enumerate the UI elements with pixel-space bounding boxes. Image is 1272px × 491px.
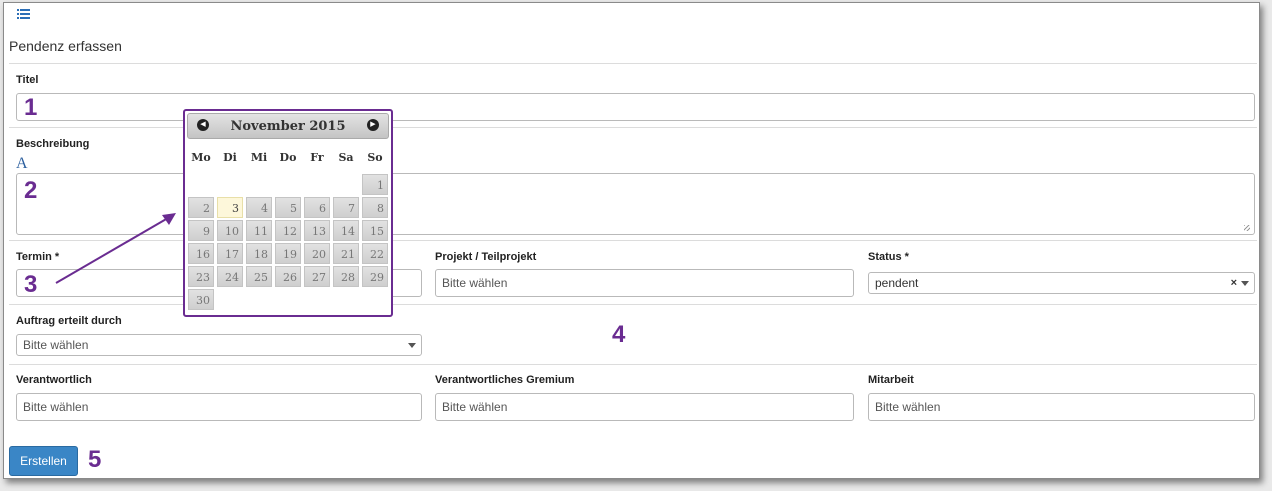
beschreibung-label: Beschreibung (16, 138, 90, 150)
calendar-day[interactable]: 28 (333, 266, 359, 287)
titel-label: Titel (16, 74, 39, 86)
status-label: Status * (868, 251, 909, 263)
annotation-3: 3 (24, 271, 38, 298)
calendar-day[interactable]: 21 (333, 243, 359, 264)
calendar-day[interactable]: 17 (217, 243, 243, 264)
projekt-label: Projekt / Teilprojekt (435, 251, 537, 263)
datepicker-month: November 2015 (230, 119, 346, 134)
font-icon[interactable]: A (16, 155, 28, 173)
weekday-label: Mi (250, 151, 268, 164)
calendar-day[interactable]: 8 (362, 197, 388, 218)
resize-handle-icon[interactable] (1244, 225, 1250, 231)
calendar-day[interactable]: 6 (304, 197, 330, 218)
calendar-day[interactable]: 25 (246, 266, 272, 287)
page-title: Pendenz erfassen (9, 38, 122, 54)
gremium-input[interactable]: Bitte wählen (435, 393, 854, 421)
calendar-day[interactable]: 22 (362, 243, 388, 264)
erstellen-button[interactable]: Erstellen (9, 446, 78, 476)
divider (9, 63, 1257, 64)
calendar-day[interactable]: 2 (188, 197, 214, 218)
calendar-day[interactable]: 24 (217, 266, 243, 287)
calendar-day[interactable]: 4 (246, 197, 272, 218)
projekt-placeholder: Bitte wählen (442, 276, 508, 290)
annotation-2: 2 (24, 177, 38, 204)
caret-down-icon[interactable] (1241, 281, 1249, 286)
weekday-label: Mo (191, 151, 211, 164)
mitarbeit-placeholder: Bitte wählen (875, 400, 941, 414)
calendar-day[interactable]: 1 (362, 174, 388, 195)
annotation-1: 1 (24, 94, 38, 121)
weekday-label: Do (279, 151, 297, 164)
weekday-label: Fr (310, 151, 324, 164)
calendar-day[interactable]: 10 (217, 220, 243, 241)
gremium-placeholder: Bitte wählen (442, 400, 508, 414)
calendar-day[interactable]: 30 (188, 289, 214, 310)
auftrag-label: Auftrag erteilt durch (16, 315, 122, 327)
caret-down-icon[interactable] (408, 343, 416, 348)
calendar-day[interactable]: 12 (275, 220, 301, 241)
calendar-day[interactable]: 27 (304, 266, 330, 287)
calendar-day[interactable]: 20 (304, 243, 330, 264)
calendar-day[interactable]: 11 (246, 220, 272, 241)
calendar-day[interactable]: 5 (275, 197, 301, 218)
calendar-day[interactable]: 14 (333, 220, 359, 241)
status-value: pendent (875, 276, 919, 290)
status-select[interactable]: pendent × (868, 272, 1255, 294)
mitarbeit-label: Mitarbeit (868, 374, 914, 386)
form-window: Pendenz erfassen Titel 1 Beschreibung A … (3, 2, 1260, 479)
datepicker-header: ◀ November 2015 ▶ (187, 113, 389, 139)
gremium-label: Verantwortliches Gremium (435, 374, 575, 386)
verantwortlich-label: Verantwortlich (16, 374, 92, 386)
calendar-day[interactable]: 7 (333, 197, 359, 218)
annotation-5: 5 (88, 446, 102, 473)
weekday-label: So (367, 151, 383, 164)
calendar-day[interactable]: 15 (362, 220, 388, 241)
projekt-input[interactable]: Bitte wählen (435, 269, 854, 297)
datepicker: ◀ November 2015 ▶ Mo Di Mi Do Fr Sa So 1234567… (183, 109, 393, 317)
calendar-day[interactable]: 29 (362, 266, 388, 287)
weekday-label: Di (223, 151, 237, 164)
calendar-day[interactable]: 16 (188, 243, 214, 264)
auftrag-placeholder: Bitte wählen (23, 338, 89, 352)
clear-icon[interactable]: × (1231, 273, 1237, 293)
calendar-day[interactable]: 9 (188, 220, 214, 241)
annotation-4: 4 (612, 321, 626, 348)
auftrag-select[interactable]: Bitte wählen (16, 334, 422, 356)
list-icon[interactable] (17, 8, 31, 20)
calendar-day[interactable]: 18 (246, 243, 272, 264)
annotation-arrow (55, 213, 176, 284)
weekday-label: Sa (338, 151, 354, 164)
calendar-day[interactable]: 23 (188, 266, 214, 287)
divider (9, 364, 1257, 365)
mitarbeit-input[interactable]: Bitte wählen (868, 393, 1255, 421)
calendar-day[interactable]: 19 (275, 243, 301, 264)
circle-arrow-right-icon[interactable]: ▶ (367, 119, 379, 131)
verantwortlich-input[interactable]: Bitte wählen (16, 393, 422, 421)
calendar-day[interactable]: 26 (275, 266, 301, 287)
verantwortlich-placeholder: Bitte wählen (23, 400, 89, 414)
calendar-day[interactable]: 3 (217, 197, 243, 218)
calendar-day[interactable]: 13 (304, 220, 330, 241)
